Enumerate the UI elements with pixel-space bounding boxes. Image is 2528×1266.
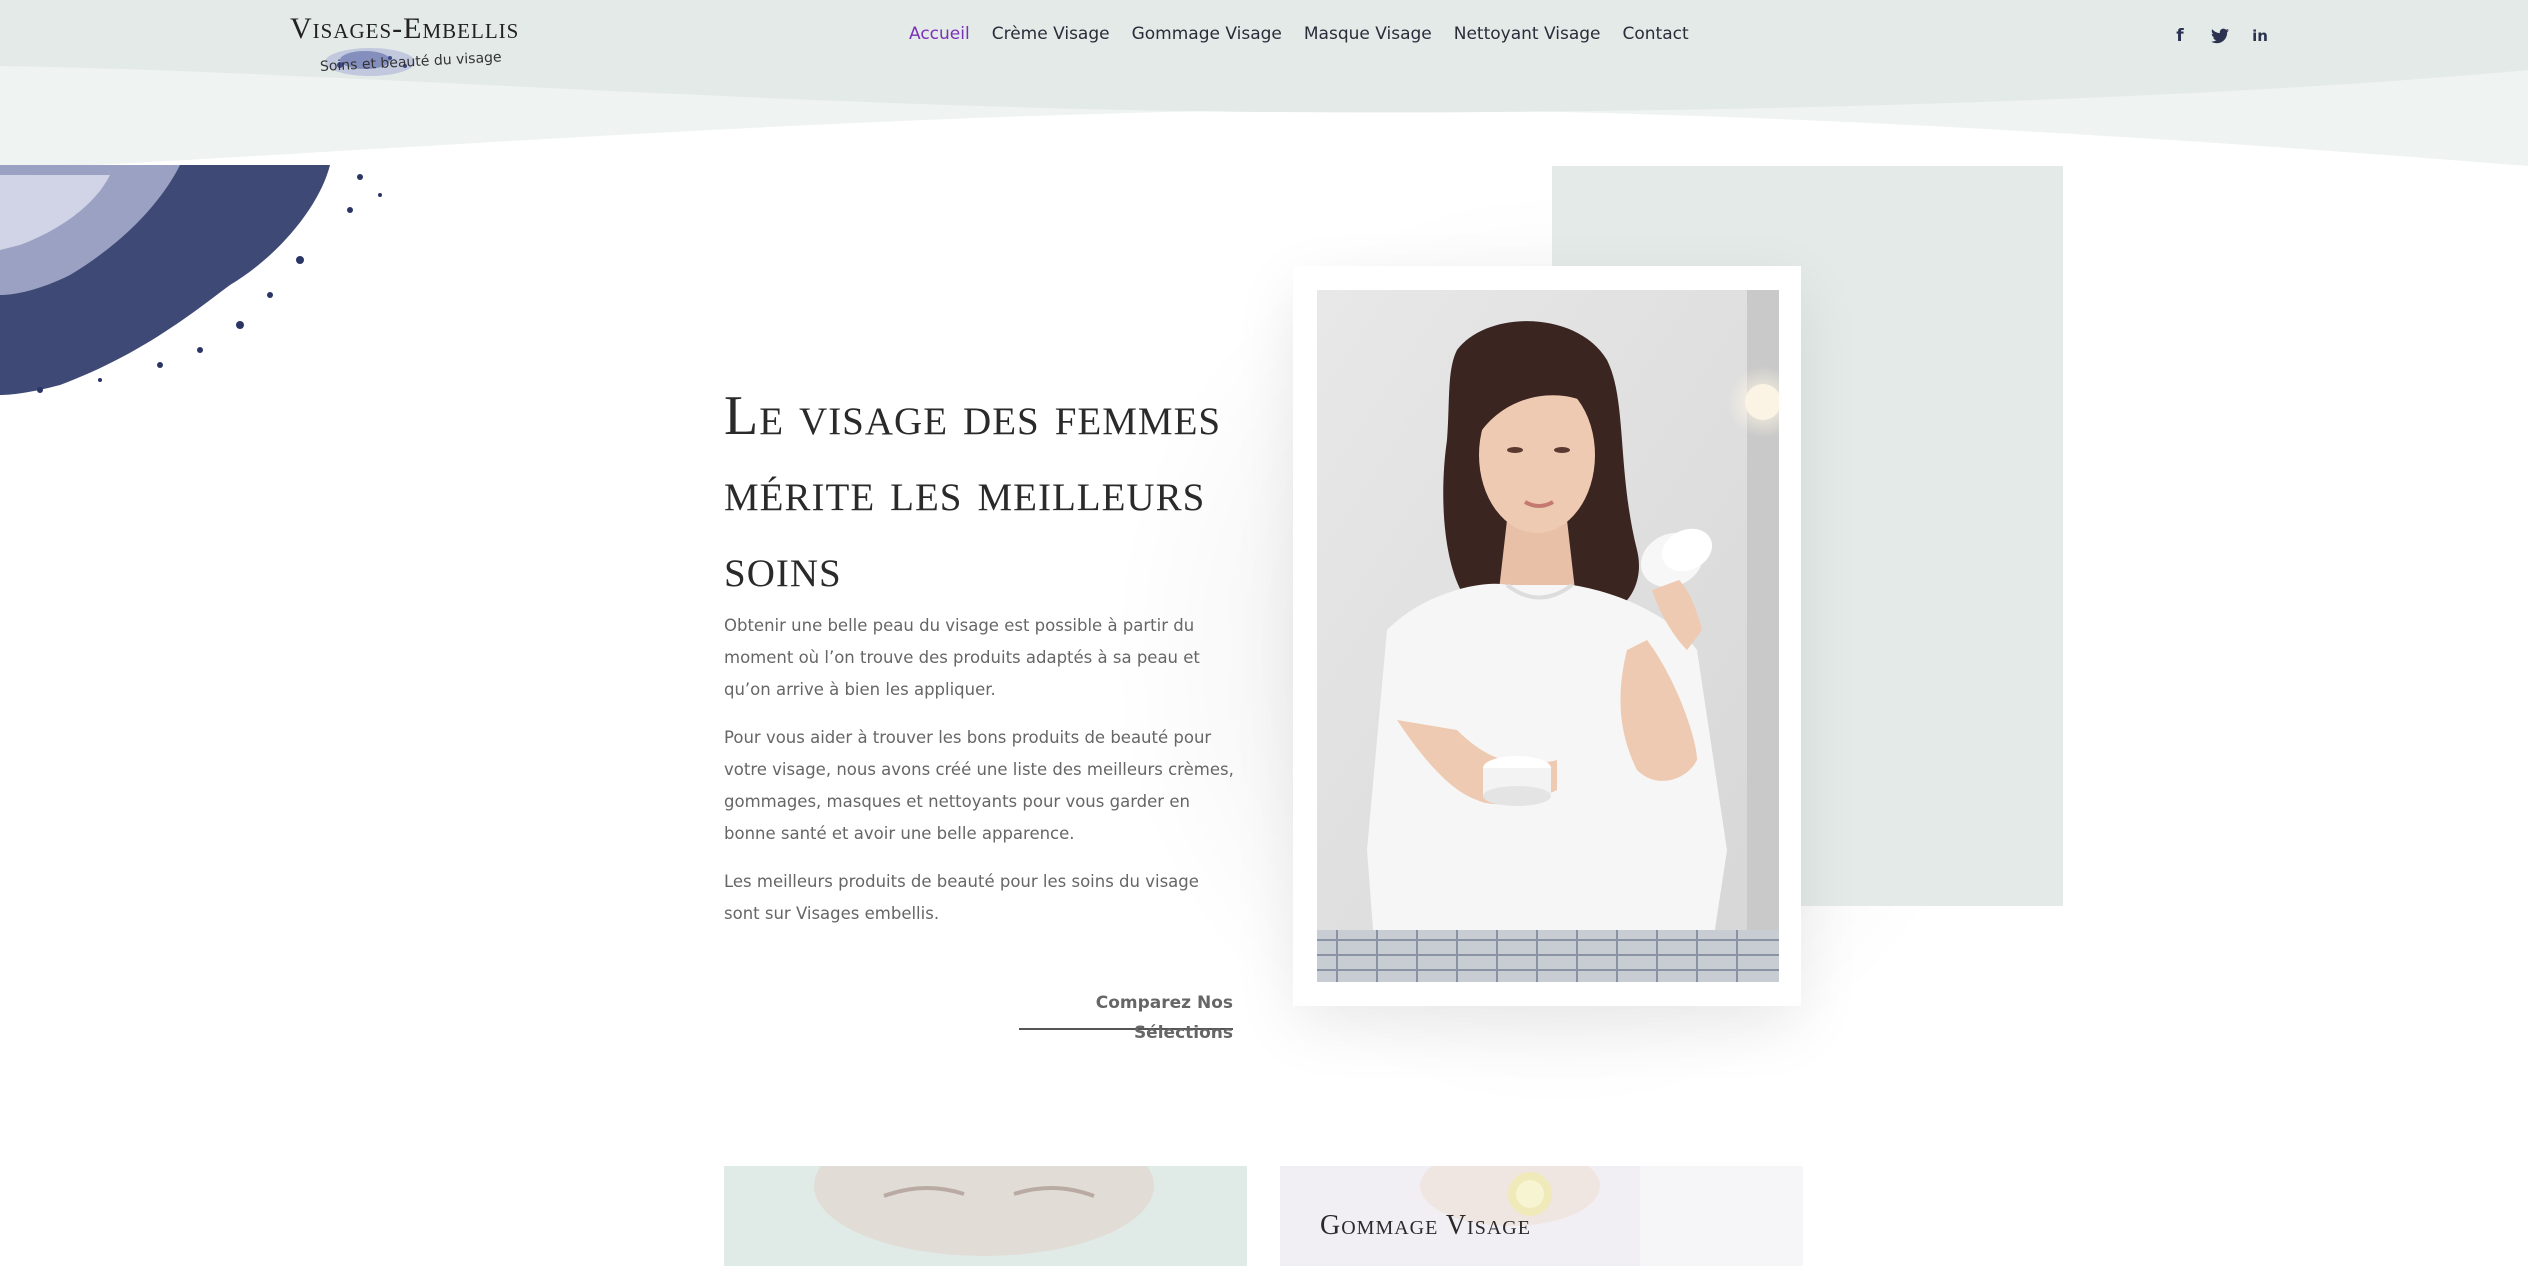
nav-item-masque-visage[interactable]: Masque Visage <box>1304 24 1432 44</box>
facebook-icon[interactable]: f <box>2170 26 2190 46</box>
nav-item-accueil[interactable]: Accueil <box>909 24 970 44</box>
nav-item-contact[interactable]: Contact <box>1622 24 1688 44</box>
nav-item-nettoyant-visage[interactable]: Nettoyant Visage <box>1454 24 1601 44</box>
powder-splash-decoration <box>0 165 382 395</box>
category-card-1[interactable] <box>724 1166 1247 1266</box>
card-1-image <box>724 1166 1247 1266</box>
twitter-icon[interactable] <box>2210 26 2230 46</box>
hero-photo-woman-with-cream <box>1317 290 1779 982</box>
nav-item-creme-visage[interactable]: Crème Visage <box>992 24 1110 44</box>
twitter-bird-glyph <box>2211 28 2229 44</box>
card-title-gommage-visage: Gommage Visage <box>1320 1210 1531 1241</box>
compare-selections-button[interactable]: Comparez Nos Sélections <box>1019 988 1233 1043</box>
logo-title: Visages-Embellis <box>290 12 520 45</box>
hero-paragraph-3: Les meilleurs produits de beauté pour le… <box>724 872 1199 923</box>
hero-paragraph-2: Pour vous aider à trouver les bons produ… <box>724 728 1234 843</box>
category-card-gommage-visage[interactable]: Gommage Visage <box>1280 1166 1803 1266</box>
nav-item-gommage-visage[interactable]: Gommage Visage <box>1132 24 1282 44</box>
site-header: Visages-Embellis Soins et beauté du visa… <box>0 0 2528 170</box>
linkedin-icon[interactable]: in <box>2250 26 2270 46</box>
hero-paragraph-1: Obtenir une belle peau du visage est pos… <box>724 616 1200 699</box>
main-nav: Accueil Crème Visage Gommage Visage Masq… <box>909 24 1711 44</box>
hero-title: Le visage des femmes mérite les meilleur… <box>724 385 1222 599</box>
hero-photo-frame <box>1293 266 1801 1006</box>
site-logo[interactable]: Visages-Embellis Soins et beauté du visa… <box>290 10 530 80</box>
social-links: f in <box>2170 26 2270 46</box>
